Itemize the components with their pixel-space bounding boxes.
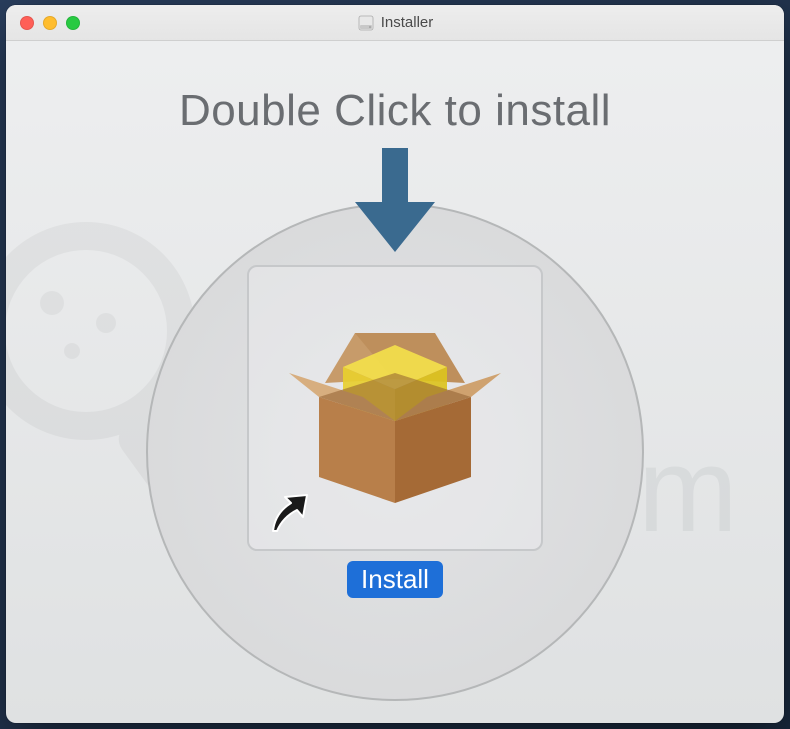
title-area: Installer: [6, 14, 784, 32]
shortcut-arrow-icon: [267, 491, 311, 535]
content-area: RISK.com Double Click to install: [6, 41, 784, 723]
disk-icon: [357, 14, 375, 32]
window-title: Installer: [381, 14, 434, 31]
install-label[interactable]: Install: [347, 561, 443, 598]
installer-window: Installer RISK.com Double Click to insta…: [6, 5, 784, 723]
install-package[interactable]: [247, 265, 543, 551]
headline-text: Double Click to install: [179, 86, 611, 136]
arrow-down-icon: [349, 148, 441, 261]
package-box-icon: [285, 301, 505, 516]
maximize-button[interactable]: [66, 16, 80, 30]
titlebar[interactable]: Installer: [6, 5, 784, 41]
minimize-button[interactable]: [43, 16, 57, 30]
traffic-lights: [6, 16, 80, 30]
main-stack: Double Click to install: [179, 86, 611, 598]
close-button[interactable]: [20, 16, 34, 30]
